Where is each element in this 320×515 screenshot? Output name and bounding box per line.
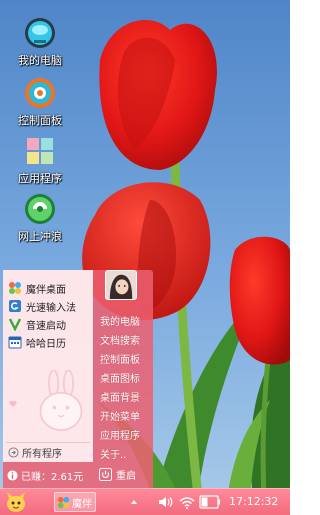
program-item-label: 光速输入法 (26, 302, 76, 314)
restart-label: 重启 (116, 471, 136, 482)
internet-icon (25, 194, 55, 224)
menu-link-desktop-icons[interactable]: 桌面图标 (100, 370, 140, 385)
menu-link-control-panel[interactable]: 控制面板 (100, 351, 140, 366)
all-programs-button[interactable]: 所有程序 (8, 444, 62, 460)
desktop-icon-internet[interactable]: 网上冲浪 (6, 192, 74, 244)
program-item-label: 魔伴桌面 (26, 284, 66, 296)
program-item-label: 哈哈日历 (26, 338, 66, 350)
program-item-calendar[interactable]: 哈哈日历 (8, 333, 93, 351)
mobile-desktop-icon (57, 496, 70, 508)
restart-button[interactable]: 重启 (99, 467, 136, 482)
menu-link-applications[interactable]: 应用程序 (100, 427, 140, 442)
desktop-icon-applications[interactable]: 应用程序 (6, 134, 74, 186)
all-programs-label: 所有程序 (22, 448, 62, 460)
wifi-icon[interactable] (178, 493, 196, 511)
taskbar-app-label: 魔伴 (72, 498, 92, 510)
heart-decoration (9, 400, 17, 408)
start-menu: 魔伴桌面 光速输入法 音速启动 哈哈日历 所有程序 我的电脑 文档搜索 控制面板… (3, 270, 153, 488)
desktop-icon-label: 我的电脑 (18, 54, 62, 67)
taskbar-app-button[interactable]: 魔伴 (54, 492, 96, 512)
control-panel-icon (25, 78, 55, 108)
desktop-icon-label: 控制面板 (18, 114, 62, 127)
menu-link-start-menu[interactable]: 开始菜单 (100, 408, 140, 423)
calendar-icon (8, 336, 22, 349)
menu-divider (6, 442, 90, 443)
battery-icon[interactable] (199, 493, 221, 511)
start-menu-links-panel: 我的电脑 文档搜索 控制面板 桌面图标 桌面背景 开始菜单 应用程序 关于.. (93, 270, 153, 462)
menu-link-my-computer[interactable]: 我的电脑 (100, 313, 140, 328)
taskbar: 魔伴 17:12:32 (0, 488, 290, 515)
earnings-status: 已赚：2.61元 (7, 468, 83, 483)
earnings-label: 已赚：2.61元 (21, 472, 84, 483)
desktop-icon-label: 应用程序 (18, 172, 62, 185)
program-item-launcher[interactable]: 音速启动 (8, 315, 93, 333)
applications-icon (27, 138, 53, 164)
avatar-image (106, 271, 136, 299)
launcher-icon (8, 318, 22, 331)
bunny-decoration (39, 370, 83, 431)
menu-link-about[interactable]: 关于.. (100, 446, 126, 461)
clock[interactable]: 17:12:32 (229, 495, 278, 508)
power-icon (99, 468, 112, 481)
program-item-input-method[interactable]: 光速输入法 (8, 297, 93, 315)
tray-expand-icon[interactable] (129, 493, 139, 511)
start-menu-programs-panel: 魔伴桌面 光速输入法 音速启动 哈哈日历 所有程序 (3, 270, 93, 462)
desktop-icon-control-panel[interactable]: 控制面板 (6, 76, 74, 128)
arrow-right-circle-icon (8, 446, 19, 458)
info-icon (7, 470, 18, 481)
program-item-label: 音速启动 (26, 320, 66, 332)
desktop-icon-label: 网上冲浪 (18, 230, 62, 243)
start-menu-footer: 已赚：2.61元 重启 (3, 462, 153, 488)
program-item-mobile-desktop[interactable]: 魔伴桌面 (8, 279, 93, 297)
start-mascot-icon (7, 492, 25, 512)
volume-icon[interactable] (157, 493, 173, 511)
menu-link-document-search[interactable]: 文档搜索 (100, 332, 140, 347)
input-method-icon (9, 300, 21, 312)
start-button[interactable] (4, 491, 28, 513)
avatar[interactable] (105, 270, 137, 300)
desktop-icon-my-computer[interactable]: 我的电脑 (6, 16, 74, 68)
my-computer-icon (25, 18, 55, 48)
mobile-desktop-icon (9, 282, 21, 294)
menu-link-desktop-background[interactable]: 桌面背景 (100, 389, 140, 404)
